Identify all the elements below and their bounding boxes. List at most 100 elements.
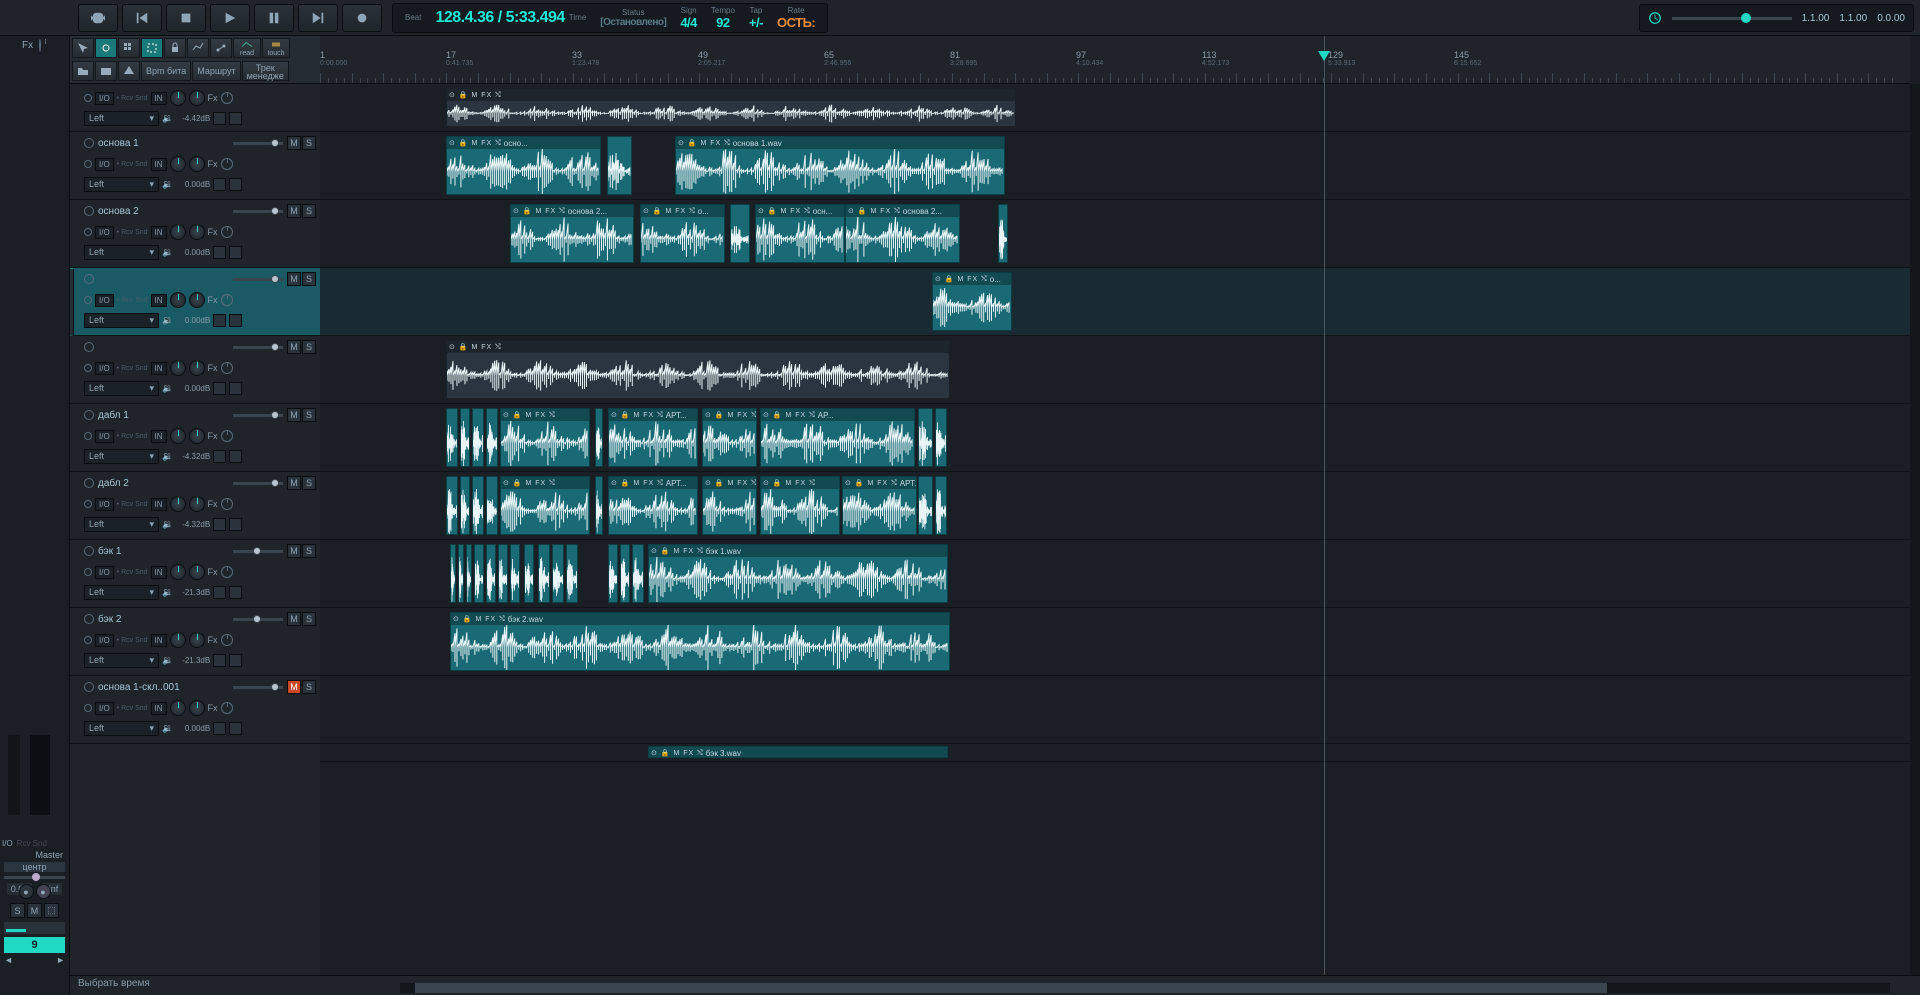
in-button[interactable]: IN bbox=[151, 158, 167, 171]
audio-clip[interactable]: ⊙ 🔒 M FX ⤭ bbox=[760, 476, 840, 535]
io-button[interactable]: I/O bbox=[95, 158, 114, 171]
track-name[interactable]: основа 2 bbox=[98, 206, 229, 217]
audio-clip[interactable]: ⊙ 🔒 M FX ⤭ основа 2... bbox=[510, 204, 634, 263]
record-button[interactable] bbox=[342, 4, 382, 32]
phase-button[interactable] bbox=[213, 246, 226, 259]
track-lane[interactable]: ⊙ 🔒 M FX ⤭ основа 2...⊙ 🔒 M FX ⤭ о...⊙ 🔒… bbox=[320, 200, 1910, 268]
fx-button[interactable]: Fx bbox=[208, 227, 218, 237]
pan-knob[interactable] bbox=[170, 90, 186, 106]
pan-knob[interactable] bbox=[170, 292, 186, 308]
track-name[interactable]: бэк 2 bbox=[98, 614, 229, 625]
timeline-ruler[interactable]: 10:00.000170:41.735331:23.478492:05.2176… bbox=[320, 36, 1910, 84]
arrange-view[interactable]: 10:00.000170:41.735331:23.478492:05.2176… bbox=[320, 36, 1910, 975]
extra-button[interactable]: ⬚ bbox=[44, 903, 59, 918]
env-button[interactable] bbox=[229, 654, 242, 667]
audio-clip[interactable] bbox=[730, 204, 750, 263]
tool-auto[interactable] bbox=[210, 38, 232, 58]
audio-clip[interactable] bbox=[608, 544, 618, 603]
clock-icon[interactable] bbox=[1648, 11, 1662, 25]
io-button[interactable]: I/O bbox=[95, 362, 114, 375]
mute-button[interactable]: M bbox=[287, 408, 301, 422]
mute-button[interactable]: M bbox=[287, 136, 301, 150]
env-button[interactable] bbox=[229, 382, 242, 395]
track-lane[interactable]: ⊙ 🔒 M FX ⤭ о... bbox=[320, 268, 1910, 336]
track-manager-button[interactable]: Трекменедже bbox=[242, 61, 289, 81]
volume-slider[interactable] bbox=[233, 210, 283, 213]
audio-clip[interactable]: ⊙ 🔒 M FX ⤭ АР... bbox=[760, 408, 915, 467]
mute-button[interactable]: M bbox=[287, 544, 301, 558]
forward-button[interactable] bbox=[298, 4, 338, 32]
phase-button[interactable] bbox=[213, 112, 226, 125]
tool-read[interactable]: read bbox=[233, 38, 261, 58]
io-button[interactable]: I/O bbox=[95, 294, 114, 307]
playhead[interactable] bbox=[1324, 36, 1325, 975]
track-lane[interactable] bbox=[320, 676, 1910, 744]
audio-clip[interactable]: ⊙ 🔒 M FX ⤭ bbox=[446, 88, 1016, 127]
solo-button[interactable]: S bbox=[302, 476, 316, 490]
mute-button[interactable]: M bbox=[27, 903, 42, 918]
power-icon[interactable] bbox=[221, 634, 233, 646]
audio-clip[interactable] bbox=[446, 476, 458, 535]
fx-button[interactable]: Fx bbox=[208, 431, 218, 441]
pan-knob[interactable] bbox=[170, 224, 186, 240]
power-icon[interactable] bbox=[221, 566, 233, 578]
routing-button[interactable]: Маршрут bbox=[192, 61, 240, 81]
audio-clip[interactable] bbox=[918, 408, 933, 467]
fx-button[interactable]: Fx bbox=[208, 295, 218, 305]
speaker-icon[interactable]: 🔉 bbox=[162, 383, 173, 394]
tool-folder[interactable] bbox=[72, 61, 94, 81]
audio-clip[interactable] bbox=[607, 136, 632, 195]
rcv-snd[interactable]: • Rcv Snd bbox=[117, 297, 148, 304]
record-arm[interactable] bbox=[84, 682, 94, 692]
pan-knob[interactable] bbox=[170, 360, 186, 376]
rcv-snd[interactable]: • Rcv Snd bbox=[117, 501, 148, 508]
record-arm[interactable] bbox=[84, 274, 94, 284]
mute-button[interactable]: M bbox=[287, 340, 301, 354]
power-icon[interactable] bbox=[221, 92, 233, 104]
monitor-icon[interactable] bbox=[84, 500, 92, 508]
audio-clip[interactable]: ⊙ 🔒 M FX ⤭ АРТ... bbox=[608, 408, 698, 467]
io-button[interactable]: I/O bbox=[95, 226, 114, 239]
monitor-icon[interactable] bbox=[84, 228, 92, 236]
solo-button[interactable]: S bbox=[302, 612, 316, 626]
solo-button[interactable]: S bbox=[302, 204, 316, 218]
audio-clip[interactable]: ⊙ 🔒 M FX ⤭ осн... bbox=[755, 204, 845, 263]
audio-clip[interactable]: ⊙ 🔒 M FX ⤭ основа 1.wav bbox=[675, 136, 1005, 195]
rcv-snd[interactable]: • Rcv Snd bbox=[117, 95, 148, 102]
fx-button[interactable]: Fx bbox=[208, 363, 218, 373]
loop-button[interactable] bbox=[78, 4, 118, 32]
track-header[interactable]: 14бэк 2MSI/O• Rcv SndINFxLeft▾🔉-21.3dB bbox=[70, 608, 320, 676]
width-knob[interactable] bbox=[189, 156, 205, 172]
audio-clip[interactable] bbox=[620, 544, 630, 603]
width-knob[interactable] bbox=[189, 564, 205, 580]
fx-button[interactable]: Fx bbox=[208, 499, 218, 509]
width-knob[interactable] bbox=[189, 700, 205, 716]
track-lane[interactable]: ⊙ 🔒 M FX ⤭ бэк 1.wav bbox=[320, 540, 1910, 608]
pan-knob[interactable] bbox=[170, 564, 186, 580]
audio-clip[interactable]: ⊙ 🔒 M FX ⤭ bbox=[500, 476, 590, 535]
tempo-display[interactable]: 92 bbox=[716, 15, 729, 30]
monitor-icon[interactable] bbox=[84, 364, 92, 372]
audio-clip[interactable]: ⊙ 🔒 M FX ⤭ bbox=[702, 476, 757, 535]
audio-clip[interactable]: ⊙ 🔒 M FX ⤭ АРТ... bbox=[608, 476, 698, 535]
in-button[interactable]: IN bbox=[151, 702, 167, 715]
in-button[interactable]: IN bbox=[151, 362, 167, 375]
audio-clip[interactable]: ⊙ 🔒 M FX ⤭ bbox=[446, 340, 950, 399]
width-knob[interactable] bbox=[189, 360, 205, 376]
horizontal-scrollbar[interactable] bbox=[400, 983, 1890, 993]
nav-right[interactable]: ► bbox=[56, 955, 65, 965]
pan-slider[interactable] bbox=[4, 876, 65, 879]
fx-button[interactable]: Fx bbox=[208, 159, 218, 169]
nav-left[interactable]: ◄ bbox=[4, 955, 13, 965]
tool-lock[interactable] bbox=[164, 38, 186, 58]
route-select[interactable]: Left▾ bbox=[84, 721, 159, 736]
track-name[interactable]: основа 1 bbox=[98, 138, 229, 149]
route-select[interactable]: Left▾ bbox=[84, 585, 159, 600]
track-lane[interactable]: ⊙ 🔒 M FX ⤭ бэк 2.wav bbox=[320, 608, 1910, 676]
track-lane[interactable]: ⊙ 🔒 M FX ⤭ bbox=[320, 336, 1910, 404]
tool-folder2[interactable] bbox=[95, 61, 117, 81]
volume-slider[interactable] bbox=[233, 550, 283, 553]
fx-button[interactable]: Fx bbox=[208, 635, 218, 645]
record-arm[interactable] bbox=[84, 138, 94, 148]
track-lane[interactable]: ⊙ 🔒 M FX ⤭ осно...⊙ 🔒 M FX ⤭ основа 1.wa… bbox=[320, 132, 1910, 200]
